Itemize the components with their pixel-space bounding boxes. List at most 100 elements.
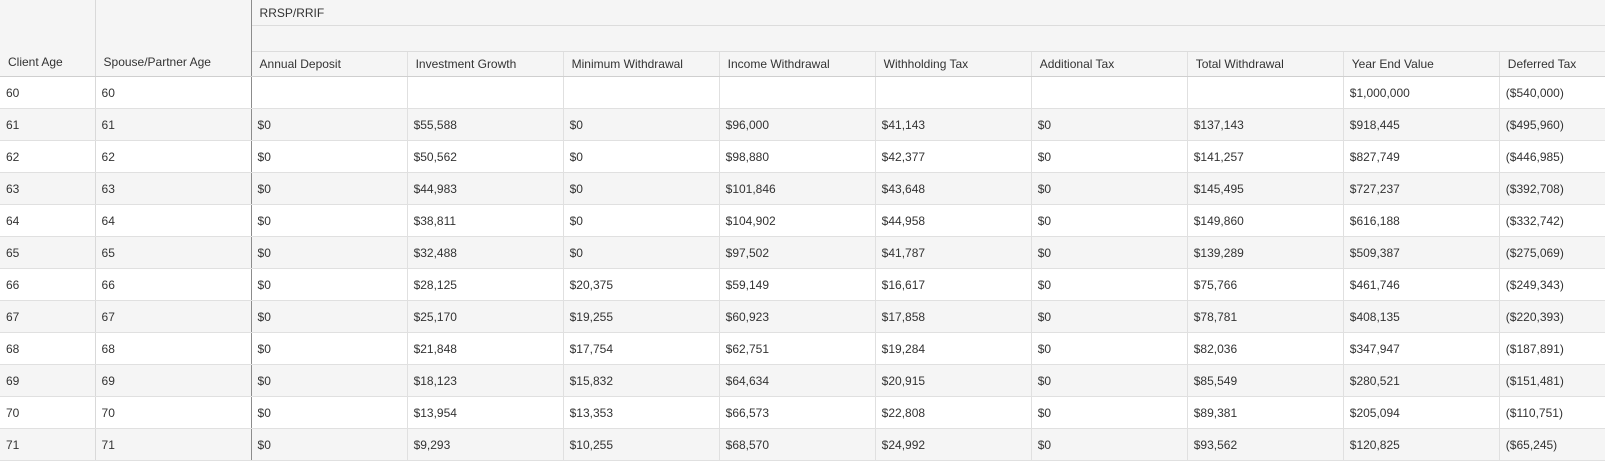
cell-year-end-value: $727,237 — [1343, 172, 1500, 205]
table-body: 60 60 $1,000,000 ($540,000) 61 61 $0 $55,588 $0 $… — [0, 76, 1605, 461]
header-annual-deposit[interactable]: Annual Deposit — [251, 51, 408, 77]
cell-total-withdrawal: $75,766 — [1187, 268, 1344, 301]
cell-investment-growth: $38,811 — [407, 204, 564, 237]
cell-additional-tax: $0 — [1031, 172, 1188, 205]
cell-year-end-value: $120,825 — [1343, 428, 1500, 461]
cell-investment-growth: $13,954 — [407, 396, 564, 429]
cell-annual-deposit: $0 — [251, 396, 408, 429]
cell-total-withdrawal: $78,781 — [1187, 300, 1344, 333]
cell-income-withdrawal: $66,573 — [719, 396, 876, 429]
cell-annual-deposit: $0 — [251, 428, 408, 461]
cell-minimum-withdrawal: $13,353 — [563, 396, 720, 429]
cell-additional-tax: $0 — [1031, 268, 1188, 301]
cell-investment-growth: $18,123 — [407, 364, 564, 397]
cell-income-withdrawal: $98,880 — [719, 140, 876, 173]
cell-additional-tax — [1031, 76, 1188, 109]
cell-deferred-tax: ($187,891) — [1499, 332, 1605, 365]
cell-total-withdrawal — [1187, 76, 1344, 109]
cell-additional-tax: $0 — [1031, 140, 1188, 173]
cell-withholding-tax: $16,617 — [875, 268, 1032, 301]
header-deferred-tax[interactable]: Deferred Tax — [1499, 51, 1605, 77]
cell-annual-deposit: $0 — [251, 140, 408, 173]
cell-client-age: 64 — [0, 204, 96, 237]
cell-withholding-tax: $41,143 — [875, 108, 1032, 141]
cell-withholding-tax: $17,858 — [875, 300, 1032, 333]
cell-total-withdrawal: $149,860 — [1187, 204, 1344, 237]
cell-minimum-withdrawal: $0 — [563, 204, 720, 237]
cell-income-withdrawal: $64,634 — [719, 364, 876, 397]
cell-minimum-withdrawal: $15,832 — [563, 364, 720, 397]
cell-income-withdrawal: $97,502 — [719, 236, 876, 269]
cell-year-end-value: $509,387 — [1343, 236, 1500, 269]
cell-income-withdrawal: $59,149 — [719, 268, 876, 301]
table-row: 69 69 $0 $18,123 $15,832 $64,634 $20,915 $0 $85,… — [0, 364, 1605, 397]
table-row: 63 63 $0 $44,983 $0 $101,846 $43,648 $0 $145,495… — [0, 172, 1605, 205]
table-row: 65 65 $0 $32,488 $0 $97,502 $41,787 $0 $139,289 $… — [0, 236, 1605, 269]
cell-total-withdrawal: $145,495 — [1187, 172, 1344, 205]
header-investment-growth[interactable]: Investment Growth — [407, 51, 564, 77]
header-income-withdrawal[interactable]: Income Withdrawal — [719, 51, 876, 77]
cell-total-withdrawal: $137,143 — [1187, 108, 1344, 141]
cell-income-withdrawal: $104,902 — [719, 204, 876, 237]
cell-annual-deposit: $0 — [251, 332, 408, 365]
cell-minimum-withdrawal: $0 — [563, 108, 720, 141]
cell-investment-growth: $9,293 — [407, 428, 564, 461]
cell-deferred-tax: ($110,751) — [1499, 396, 1605, 429]
cell-deferred-tax: ($151,481) — [1499, 364, 1605, 397]
header-total-withdrawal[interactable]: Total Withdrawal — [1187, 51, 1344, 77]
cell-spouse-age: 65 — [95, 236, 252, 269]
cell-spouse-age: 66 — [95, 268, 252, 301]
cell-client-age: 63 — [0, 172, 96, 205]
cell-deferred-tax: ($220,393) — [1499, 300, 1605, 333]
projection-table: Client Age Spouse/Partner Age RRSP/RRIF … — [0, 0, 1605, 461]
cell-year-end-value: $616,188 — [1343, 204, 1500, 237]
cell-year-end-value: $827,749 — [1343, 140, 1500, 173]
cell-withholding-tax: $42,377 — [875, 140, 1032, 173]
header-additional-tax[interactable]: Additional Tax — [1031, 51, 1188, 77]
cell-year-end-value: $408,135 — [1343, 300, 1500, 333]
cell-withholding-tax: $22,808 — [875, 396, 1032, 429]
cell-deferred-tax: ($65,245) — [1499, 428, 1605, 461]
cell-withholding-tax: $43,648 — [875, 172, 1032, 205]
cell-client-age: 67 — [0, 300, 96, 333]
cell-client-age: 62 — [0, 140, 96, 173]
cell-income-withdrawal: $62,751 — [719, 332, 876, 365]
cell-year-end-value: $205,094 — [1343, 396, 1500, 429]
cell-annual-deposit: $0 — [251, 108, 408, 141]
cell-total-withdrawal: $85,549 — [1187, 364, 1344, 397]
cell-investment-growth: $28,125 — [407, 268, 564, 301]
cell-annual-deposit: $0 — [251, 300, 408, 333]
header-spacer — [251, 25, 1605, 52]
cell-deferred-tax: ($332,742) — [1499, 204, 1605, 237]
cell-income-withdrawal: $96,000 — [719, 108, 876, 141]
cell-client-age: 65 — [0, 236, 96, 269]
cell-additional-tax: $0 — [1031, 332, 1188, 365]
cell-deferred-tax: ($446,985) — [1499, 140, 1605, 173]
table-row: 64 64 $0 $38,811 $0 $104,902 $44,958 $0 $149,860… — [0, 204, 1605, 237]
header-minimum-withdrawal[interactable]: Minimum Withdrawal — [563, 51, 720, 77]
cell-client-age: 71 — [0, 428, 96, 461]
cell-additional-tax: $0 — [1031, 428, 1188, 461]
header-spouse-age[interactable]: Spouse/Partner Age — [95, 0, 252, 77]
cell-year-end-value: $461,746 — [1343, 268, 1500, 301]
cell-client-age: 66 — [0, 268, 96, 301]
cell-total-withdrawal: $89,381 — [1187, 396, 1344, 429]
cell-spouse-age: 69 — [95, 364, 252, 397]
cell-additional-tax: $0 — [1031, 204, 1188, 237]
cell-annual-deposit — [251, 76, 408, 109]
cell-spouse-age: 71 — [95, 428, 252, 461]
cell-investment-growth: $50,562 — [407, 140, 564, 173]
cell-deferred-tax: ($392,708) — [1499, 172, 1605, 205]
header-year-end-value[interactable]: Year End Value — [1343, 51, 1500, 77]
cell-withholding-tax: $41,787 — [875, 236, 1032, 269]
cell-investment-growth: $55,588 — [407, 108, 564, 141]
cell-income-withdrawal: $101,846 — [719, 172, 876, 205]
cell-client-age: 60 — [0, 76, 96, 109]
header-client-age[interactable]: Client Age — [0, 0, 96, 77]
header-withholding-tax[interactable]: Withholding Tax — [875, 51, 1032, 77]
cell-withholding-tax: $19,284 — [875, 332, 1032, 365]
table-row: 66 66 $0 $28,125 $20,375 $59,149 $16,617 $0 $75,… — [0, 268, 1605, 301]
cell-spouse-age: 61 — [95, 108, 252, 141]
table-row: 68 68 $0 $21,848 $17,754 $62,751 $19,284 $0 $82,… — [0, 332, 1605, 365]
cell-withholding-tax — [875, 76, 1032, 109]
